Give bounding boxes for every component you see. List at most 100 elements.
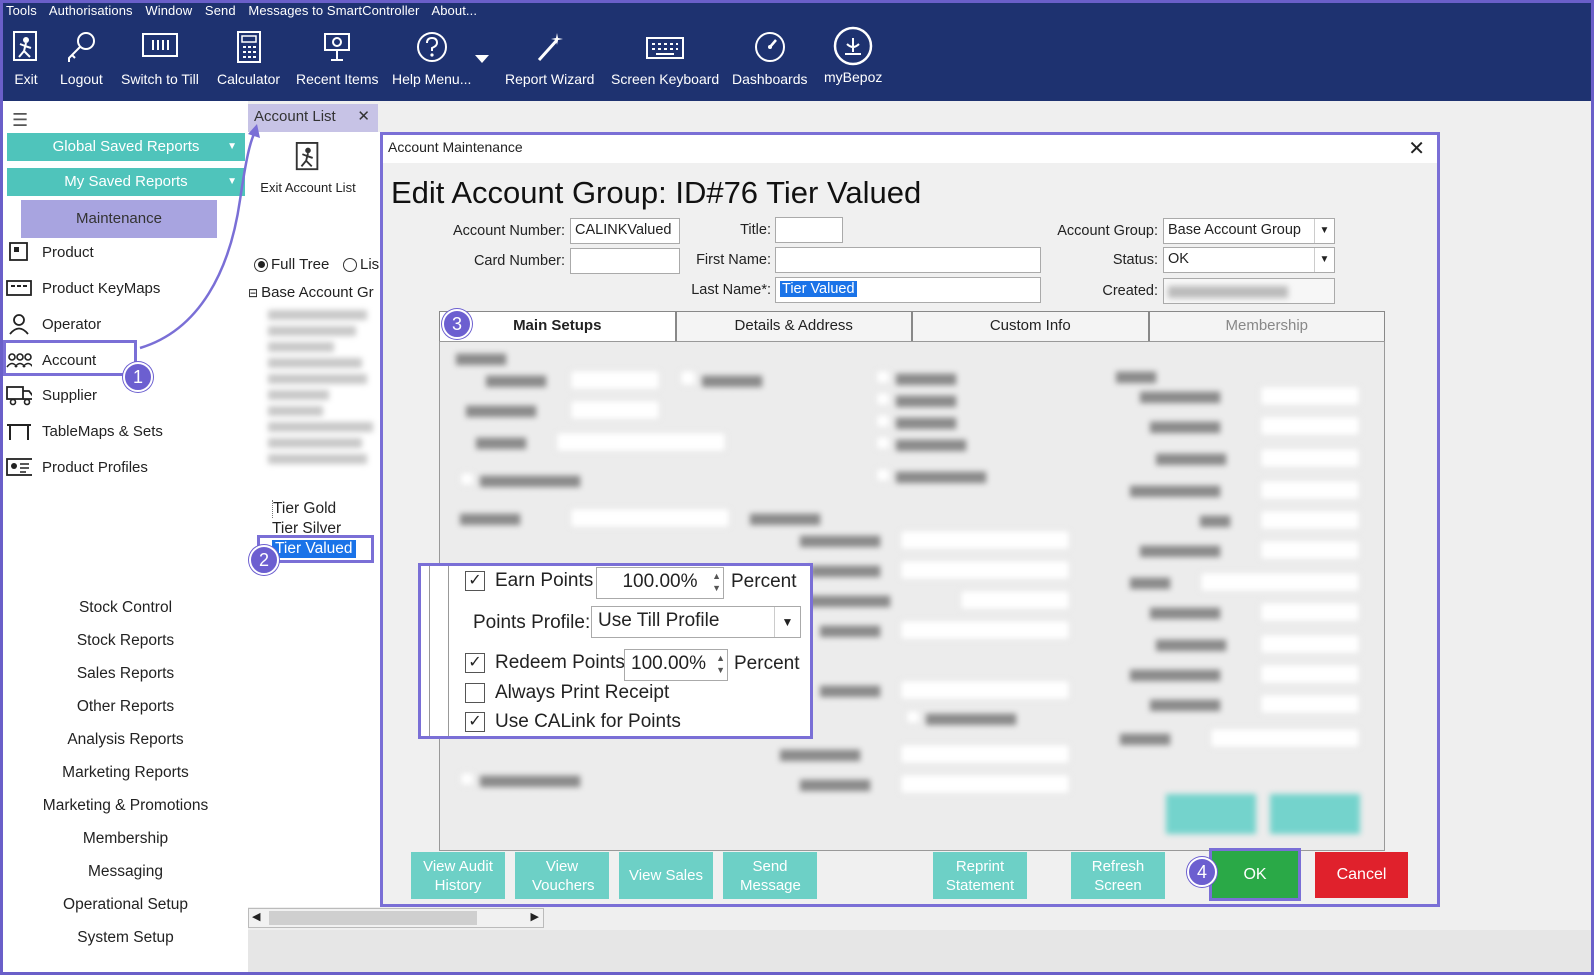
checkmark-icon: ✓ [468, 572, 482, 589]
tree-root[interactable]: ⊟ Base Account Gr [248, 284, 374, 301]
cancel-button[interactable]: Cancel [1315, 852, 1408, 898]
sidebar-item-product[interactable]: Product [6, 241, 94, 263]
tab-custom-info[interactable]: Custom Info [912, 311, 1149, 341]
menu-sales-reports[interactable]: Sales Reports [3, 665, 248, 683]
horizontal-scrollbar[interactable]: ◀ ▶ [248, 908, 544, 928]
calink-label: Use CALink for Points [495, 711, 681, 732]
redeem-points-input[interactable]: 100.00% ▲ ▼ [624, 649, 728, 681]
screen-keyboard-button[interactable]: Screen Keyboard [611, 30, 719, 87]
points-settings-box: ✓ Earn Points 100.00% ▲ ▼ Percent Points P… [418, 563, 813, 739]
points-profile-select[interactable]: Use Till Profile ▼ [591, 606, 801, 638]
calink-checkbox[interactable]: ✓ [465, 712, 485, 732]
redeem-points-checkbox[interactable]: ✓ [465, 653, 485, 673]
sidebar-item-label: Product [42, 243, 94, 261]
account-number-field[interactable]: CALINKValued [570, 218, 680, 244]
scroll-left-icon[interactable]: ◀ [252, 910, 260, 923]
sidebar-item-product-profiles[interactable]: Product Profiles [6, 456, 148, 478]
reprint-statement-button[interactable]: Reprint Statement [933, 852, 1027, 899]
menu-operational-setup[interactable]: Operational Setup [3, 896, 248, 914]
dashboards-button[interactable]: Dashboards [732, 30, 808, 87]
exit-button[interactable]: Exit [10, 30, 42, 87]
spinner-icon[interactable]: ▲ ▼ [716, 652, 725, 676]
spinner-icon[interactable]: ▲ ▼ [712, 570, 721, 594]
menu-messages[interactable]: Messages to SmartController [248, 3, 419, 18]
close-icon[interactable]: ✕ [357, 104, 370, 130]
view-audit-history-button[interactable]: View Audit History [411, 852, 505, 899]
tab-main-setups[interactable]: Main Setups [439, 311, 676, 341]
send-message-button[interactable]: Send Message [723, 852, 817, 899]
always-print-checkbox[interactable] [465, 683, 485, 703]
calculator-button[interactable]: Calculator [217, 30, 280, 87]
menu-other-reports[interactable]: Other Reports [3, 698, 248, 716]
global-saved-reports-label: Global Saved Reports [52, 138, 200, 155]
tree-item[interactable]: Tier Gold [272, 500, 336, 518]
title-field[interactable] [775, 217, 843, 243]
menu-analysis-reports[interactable]: Analysis Reports [3, 731, 248, 749]
earn-points-checkbox[interactable]: ✓ [465, 571, 485, 591]
ok-button[interactable]: OK [1209, 848, 1301, 901]
sidebar-item-label: Product KeyMaps [42, 279, 161, 297]
points-profile-value: Use Till Profile [598, 610, 720, 631]
mybepoz-button[interactable]: myBepoz [824, 26, 883, 85]
always-print-label: Always Print Receipt [495, 682, 670, 703]
exit-account-list-button[interactable]: Exit Account List [248, 140, 368, 195]
status-select[interactable]: OK ▼ [1163, 247, 1335, 273]
menu-stock-reports[interactable]: Stock Reports [3, 632, 248, 650]
scroll-right-icon[interactable]: ▶ [531, 910, 539, 923]
menu-system-setup[interactable]: System Setup [3, 929, 248, 947]
menu-marketing-reports[interactable]: Marketing Reports [3, 764, 248, 782]
mybepoz-label: myBepoz [824, 69, 883, 85]
refresh-screen-button[interactable]: Refresh Screen [1071, 852, 1165, 899]
status-value: OK [1168, 251, 1189, 267]
sidebar-item-supplier[interactable]: Supplier [6, 384, 97, 406]
sidebar-item-product-keymaps[interactable]: Product KeyMaps [6, 277, 160, 299]
tab-details-address[interactable]: Details & Address [675, 311, 912, 341]
redeem-points-unit: Percent [734, 653, 800, 674]
menu-membership[interactable]: Membership [3, 830, 248, 848]
first-name-field[interactable] [775, 247, 1041, 273]
global-saved-reports-button[interactable]: Global Saved Reports ▼ [7, 133, 245, 161]
last-name-field[interactable]: Tier Valued [775, 277, 1041, 303]
close-icon[interactable]: ✕ [1408, 136, 1425, 161]
redeem-points-row: ✓ Redeem Points [465, 652, 625, 674]
hamburger-icon[interactable]: ☰ [12, 110, 28, 131]
menu-authorisations[interactable]: Authorisations [49, 3, 133, 18]
tab-account-list[interactable]: Account List ✕ [248, 104, 378, 132]
maintenance-button[interactable]: Maintenance [21, 200, 217, 238]
radio-list[interactable]: Lis [343, 256, 379, 273]
menu-send[interactable]: Send [205, 3, 236, 18]
view-sales-button[interactable]: View Sales [619, 852, 713, 899]
help-dropdown-icon[interactable] [475, 55, 489, 63]
logout-button[interactable]: Logout [60, 30, 103, 87]
page-title: Edit Account Group: ID#76 Tier Valued [391, 175, 922, 210]
sidebar-item-label: Product Profiles [42, 458, 148, 476]
switch-to-till-label: Switch to Till [121, 71, 199, 87]
sidebar-item-operator[interactable]: Operator [6, 313, 101, 335]
earn-points-input[interactable]: 100.00% ▲ ▼ [596, 567, 724, 599]
switch-to-till-button[interactable]: Switch to Till [121, 30, 199, 87]
profile-card-icon [6, 456, 32, 478]
tab-membership[interactable]: Membership [1148, 311, 1385, 341]
radio-full-tree[interactable]: Full Tree [254, 256, 329, 273]
account-group-select[interactable]: Base Account Group ▼ [1163, 218, 1335, 244]
created-blurred-value [1168, 286, 1288, 298]
menu-tools[interactable]: Tools [6, 3, 37, 18]
scroll-thumb[interactable] [269, 911, 477, 925]
sidebar-item-tablemaps[interactable]: TableMaps & Sets [6, 420, 163, 442]
report-wizard-button[interactable]: Report Wizard [505, 30, 594, 87]
help-menu-button[interactable]: Help Menu... [392, 30, 471, 87]
menu-stock-control[interactable]: Stock Control [3, 599, 248, 617]
view-vouchers-button[interactable]: View Vouchers [515, 852, 609, 899]
earn-points-label: Earn Points [495, 570, 594, 591]
menu-window[interactable]: Window [145, 3, 192, 18]
menu-messaging[interactable]: Messaging [3, 863, 248, 881]
menu-about[interactable]: About... [431, 3, 477, 18]
chevron-down-icon: ▼ [774, 607, 800, 637]
screen-keyboard-label: Screen Keyboard [611, 71, 720, 87]
logout-label: Logout [60, 71, 103, 87]
recent-items-button[interactable]: Recent Items [296, 30, 378, 87]
my-saved-reports-button[interactable]: My Saved Reports ▼ [7, 168, 245, 196]
menu-marketing-promotions[interactable]: Marketing & Promotions [3, 797, 248, 815]
account-list-pane: Exit Account List Full Tree Lis ⊟ Base Ac… [248, 132, 382, 907]
card-number-field[interactable] [570, 248, 680, 274]
